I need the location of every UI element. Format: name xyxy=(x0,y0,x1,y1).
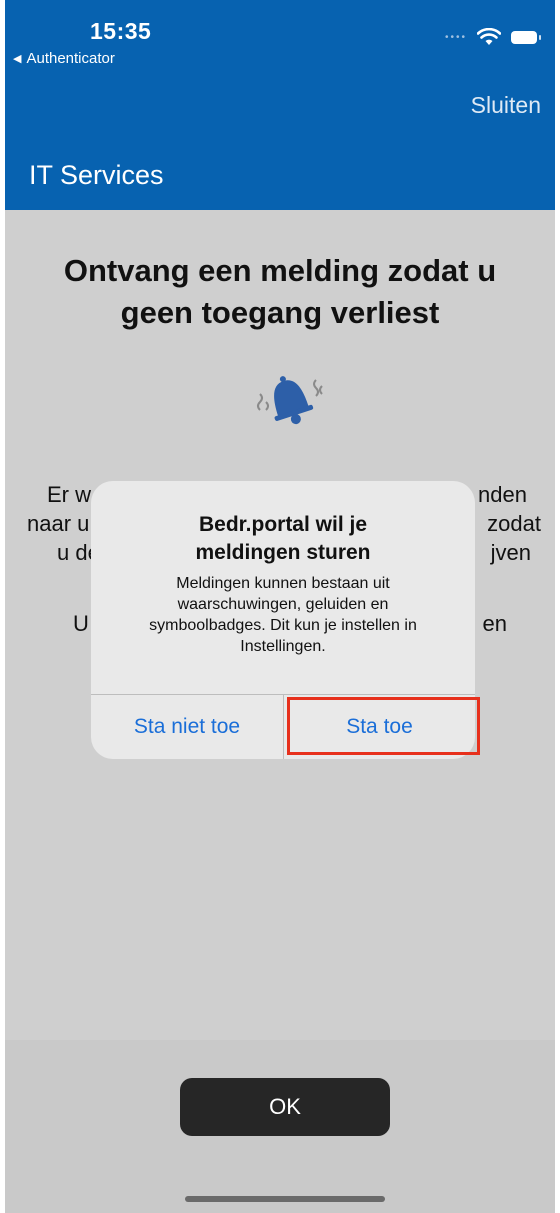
heading-line-1: Ontvang een melding zodat u xyxy=(63,253,497,288)
bell-icon xyxy=(257,376,323,425)
back-to-app-link[interactable]: ◀ Authenticator xyxy=(13,50,115,67)
app-header: 15:35 ◀ Authenticator •••• Sluiten IT Se… xyxy=(5,0,555,210)
status-indicators: •••• xyxy=(444,28,541,46)
back-arrow-icon: ◀ xyxy=(13,53,22,65)
close-button[interactable]: Sluiten xyxy=(471,92,541,119)
app-screen: 15:35 ◀ Authenticator •••• Sluiten IT Se… xyxy=(5,0,555,1213)
heading-line-2: geen toegang verliest xyxy=(120,295,440,330)
signal-icon: •••• xyxy=(444,31,467,43)
wifi-icon xyxy=(477,28,501,45)
home-indicator[interactable] xyxy=(185,1196,385,1202)
allow-button[interactable]: Sta toe xyxy=(284,695,475,759)
deny-button[interactable]: Sta niet toe xyxy=(91,695,283,759)
ok-button[interactable]: OK xyxy=(180,1078,390,1136)
battery-icon xyxy=(511,30,541,44)
status-time: 15:35 xyxy=(90,18,152,44)
alert-message: Meldingen kunnen bestaan uit waarschuwin… xyxy=(149,575,417,655)
back-app-label: Authenticator xyxy=(26,50,115,67)
alert-title: Bedr.portal wil je meldingen sturen xyxy=(195,513,371,564)
page-title: IT Services xyxy=(29,160,164,190)
onboarding-heading: Ontvang een melding zodat u geen toegang… xyxy=(5,250,555,334)
notification-permission-alert: Bedr.portal wil je meldingen sturen Meld… xyxy=(91,481,475,759)
